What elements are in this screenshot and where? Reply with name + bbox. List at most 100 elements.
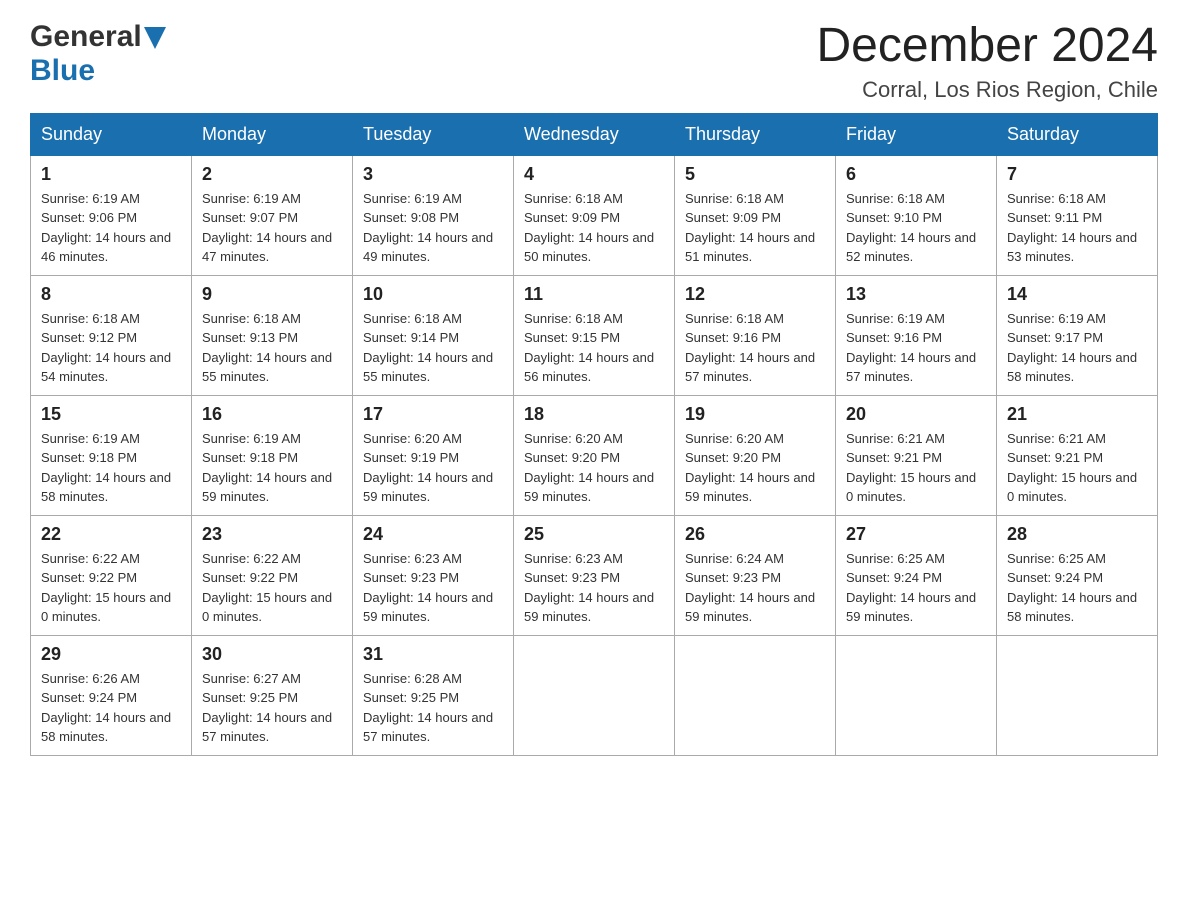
weekday-header-friday: Friday <box>836 113 997 155</box>
calendar-empty-cell <box>836 635 997 755</box>
day-info: Sunrise: 6:23 AMSunset: 9:23 PMDaylight:… <box>363 549 503 627</box>
calendar-day-cell: 22 Sunrise: 6:22 AMSunset: 9:22 PMDaylig… <box>31 515 192 635</box>
calendar-day-cell: 24 Sunrise: 6:23 AMSunset: 9:23 PMDaylig… <box>353 515 514 635</box>
calendar-empty-cell <box>514 635 675 755</box>
calendar-day-cell: 17 Sunrise: 6:20 AMSunset: 9:19 PMDaylig… <box>353 395 514 515</box>
calendar-day-cell: 23 Sunrise: 6:22 AMSunset: 9:22 PMDaylig… <box>192 515 353 635</box>
calendar-empty-cell <box>675 635 836 755</box>
day-number: 13 <box>846 284 986 305</box>
day-number: 22 <box>41 524 181 545</box>
day-number: 6 <box>846 164 986 185</box>
day-number: 5 <box>685 164 825 185</box>
day-number: 3 <box>363 164 503 185</box>
day-info: Sunrise: 6:20 AMSunset: 9:19 PMDaylight:… <box>363 429 503 507</box>
calendar-day-cell: 14 Sunrise: 6:19 AMSunset: 9:17 PMDaylig… <box>997 275 1158 395</box>
day-number: 17 <box>363 404 503 425</box>
day-info: Sunrise: 6:24 AMSunset: 9:23 PMDaylight:… <box>685 549 825 627</box>
day-number: 29 <box>41 644 181 665</box>
day-number: 30 <box>202 644 342 665</box>
day-info: Sunrise: 6:22 AMSunset: 9:22 PMDaylight:… <box>41 549 181 627</box>
day-number: 26 <box>685 524 825 545</box>
calendar-day-cell: 19 Sunrise: 6:20 AMSunset: 9:20 PMDaylig… <box>675 395 836 515</box>
day-info: Sunrise: 6:19 AMSunset: 9:18 PMDaylight:… <box>202 429 342 507</box>
calendar-week-row: 29 Sunrise: 6:26 AMSunset: 9:24 PMDaylig… <box>31 635 1158 755</box>
day-number: 1 <box>41 164 181 185</box>
day-number: 24 <box>363 524 503 545</box>
title-section: December 2024 Corral, Los Rios Region, C… <box>816 20 1158 103</box>
day-number: 7 <box>1007 164 1147 185</box>
calendar-week-row: 22 Sunrise: 6:22 AMSunset: 9:22 PMDaylig… <box>31 515 1158 635</box>
weekday-header-wednesday: Wednesday <box>514 113 675 155</box>
day-info: Sunrise: 6:19 AMSunset: 9:07 PMDaylight:… <box>202 189 342 267</box>
day-number: 21 <box>1007 404 1147 425</box>
day-info: Sunrise: 6:18 AMSunset: 9:09 PMDaylight:… <box>524 189 664 267</box>
calendar-day-cell: 4 Sunrise: 6:18 AMSunset: 9:09 PMDayligh… <box>514 155 675 275</box>
calendar-day-cell: 1 Sunrise: 6:19 AMSunset: 9:06 PMDayligh… <box>31 155 192 275</box>
weekday-header-monday: Monday <box>192 113 353 155</box>
day-info: Sunrise: 6:18 AMSunset: 9:14 PMDaylight:… <box>363 309 503 387</box>
day-number: 27 <box>846 524 986 545</box>
day-info: Sunrise: 6:21 AMSunset: 9:21 PMDaylight:… <box>846 429 986 507</box>
day-info: Sunrise: 6:28 AMSunset: 9:25 PMDaylight:… <box>363 669 503 747</box>
calendar-day-cell: 25 Sunrise: 6:23 AMSunset: 9:23 PMDaylig… <box>514 515 675 635</box>
logo: General Blue <box>30 20 166 88</box>
calendar-day-cell: 26 Sunrise: 6:24 AMSunset: 9:23 PMDaylig… <box>675 515 836 635</box>
calendar-day-cell: 21 Sunrise: 6:21 AMSunset: 9:21 PMDaylig… <box>997 395 1158 515</box>
day-number: 11 <box>524 284 664 305</box>
calendar-table: SundayMondayTuesdayWednesdayThursdayFrid… <box>30 113 1158 756</box>
day-info: Sunrise: 6:18 AMSunset: 9:10 PMDaylight:… <box>846 189 986 267</box>
day-info: Sunrise: 6:25 AMSunset: 9:24 PMDaylight:… <box>846 549 986 627</box>
location-title: Corral, Los Rios Region, Chile <box>816 77 1158 103</box>
calendar-day-cell: 30 Sunrise: 6:27 AMSunset: 9:25 PMDaylig… <box>192 635 353 755</box>
weekday-header-tuesday: Tuesday <box>353 113 514 155</box>
day-number: 15 <box>41 404 181 425</box>
calendar-day-cell: 3 Sunrise: 6:19 AMSunset: 9:08 PMDayligh… <box>353 155 514 275</box>
calendar-day-cell: 18 Sunrise: 6:20 AMSunset: 9:20 PMDaylig… <box>514 395 675 515</box>
weekday-header-thursday: Thursday <box>675 113 836 155</box>
day-info: Sunrise: 6:18 AMSunset: 9:15 PMDaylight:… <box>524 309 664 387</box>
day-number: 23 <box>202 524 342 545</box>
day-number: 8 <box>41 284 181 305</box>
calendar-day-cell: 28 Sunrise: 6:25 AMSunset: 9:24 PMDaylig… <box>997 515 1158 635</box>
calendar-day-cell: 31 Sunrise: 6:28 AMSunset: 9:25 PMDaylig… <box>353 635 514 755</box>
month-title: December 2024 <box>816 20 1158 73</box>
day-number: 20 <box>846 404 986 425</box>
day-number: 4 <box>524 164 664 185</box>
calendar-week-row: 15 Sunrise: 6:19 AMSunset: 9:18 PMDaylig… <box>31 395 1158 515</box>
day-number: 12 <box>685 284 825 305</box>
day-info: Sunrise: 6:18 AMSunset: 9:09 PMDaylight:… <box>685 189 825 267</box>
logo-triangle-icon <box>144 27 166 49</box>
calendar-day-cell: 12 Sunrise: 6:18 AMSunset: 9:16 PMDaylig… <box>675 275 836 395</box>
calendar-day-cell: 8 Sunrise: 6:18 AMSunset: 9:12 PMDayligh… <box>31 275 192 395</box>
day-info: Sunrise: 6:19 AMSunset: 9:16 PMDaylight:… <box>846 309 986 387</box>
weekday-header-row: SundayMondayTuesdayWednesdayThursdayFrid… <box>31 113 1158 155</box>
calendar-day-cell: 10 Sunrise: 6:18 AMSunset: 9:14 PMDaylig… <box>353 275 514 395</box>
calendar-day-cell: 16 Sunrise: 6:19 AMSunset: 9:18 PMDaylig… <box>192 395 353 515</box>
day-info: Sunrise: 6:23 AMSunset: 9:23 PMDaylight:… <box>524 549 664 627</box>
day-number: 19 <box>685 404 825 425</box>
day-number: 9 <box>202 284 342 305</box>
day-info: Sunrise: 6:19 AMSunset: 9:17 PMDaylight:… <box>1007 309 1147 387</box>
weekday-header-saturday: Saturday <box>997 113 1158 155</box>
calendar-day-cell: 9 Sunrise: 6:18 AMSunset: 9:13 PMDayligh… <box>192 275 353 395</box>
calendar-day-cell: 15 Sunrise: 6:19 AMSunset: 9:18 PMDaylig… <box>31 395 192 515</box>
day-info: Sunrise: 6:18 AMSunset: 9:13 PMDaylight:… <box>202 309 342 387</box>
day-info: Sunrise: 6:22 AMSunset: 9:22 PMDaylight:… <box>202 549 342 627</box>
day-number: 18 <box>524 404 664 425</box>
day-info: Sunrise: 6:27 AMSunset: 9:25 PMDaylight:… <box>202 669 342 747</box>
page-header: General Blue December 2024 Corral, Los R… <box>30 20 1158 103</box>
day-info: Sunrise: 6:19 AMSunset: 9:08 PMDaylight:… <box>363 189 503 267</box>
day-info: Sunrise: 6:19 AMSunset: 9:18 PMDaylight:… <box>41 429 181 507</box>
calendar-empty-cell <box>997 635 1158 755</box>
day-info: Sunrise: 6:20 AMSunset: 9:20 PMDaylight:… <box>685 429 825 507</box>
day-number: 31 <box>363 644 503 665</box>
day-number: 2 <box>202 164 342 185</box>
logo-blue: Blue <box>30 54 95 88</box>
logo-general: General <box>30 20 142 54</box>
calendar-day-cell: 20 Sunrise: 6:21 AMSunset: 9:21 PMDaylig… <box>836 395 997 515</box>
day-info: Sunrise: 6:20 AMSunset: 9:20 PMDaylight:… <box>524 429 664 507</box>
day-number: 25 <box>524 524 664 545</box>
day-number: 16 <box>202 404 342 425</box>
day-info: Sunrise: 6:18 AMSunset: 9:11 PMDaylight:… <box>1007 189 1147 267</box>
day-info: Sunrise: 6:19 AMSunset: 9:06 PMDaylight:… <box>41 189 181 267</box>
